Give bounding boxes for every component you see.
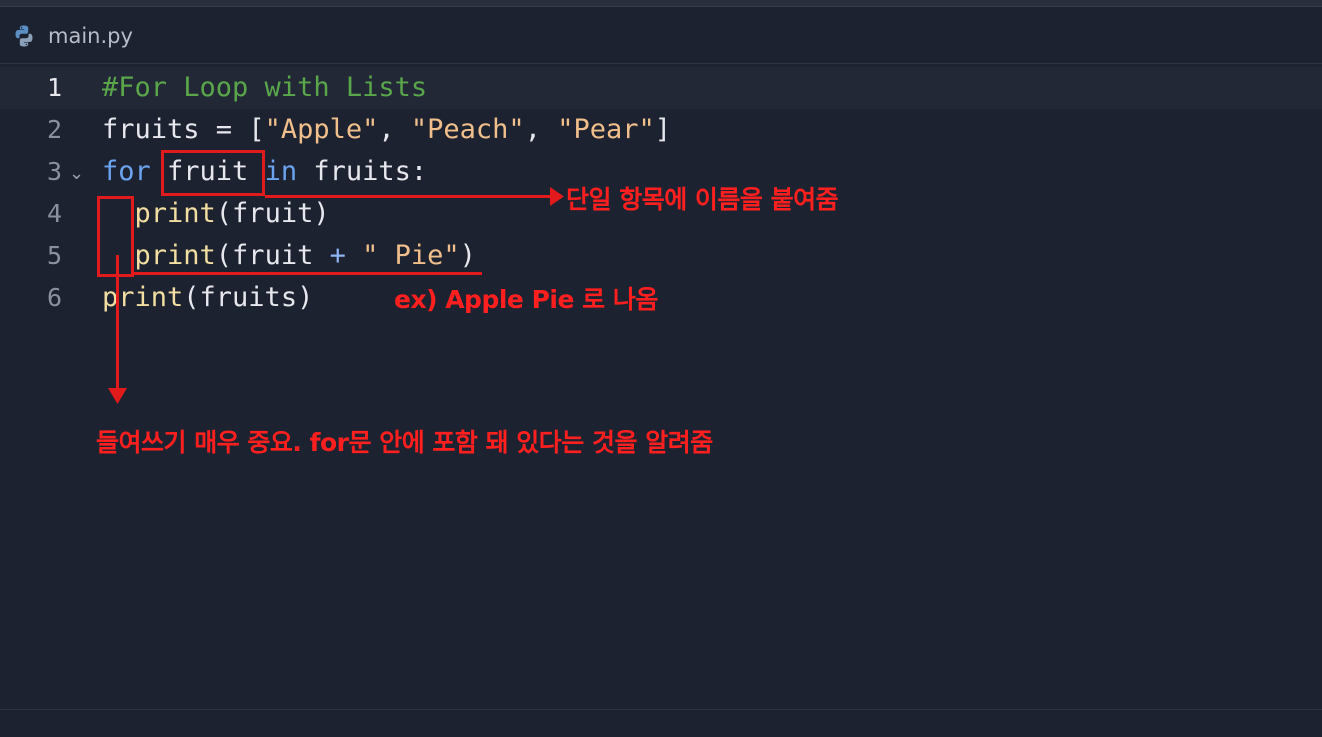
code-token: )	[459, 240, 476, 271]
indentation-arrow-head	[108, 388, 127, 404]
code-token: print	[102, 282, 184, 313]
loop-variable-arrow-head	[550, 187, 564, 206]
code-token: (fruit)	[215, 198, 330, 229]
status-area	[0, 709, 1322, 737]
output-underline	[134, 272, 482, 275]
code-line[interactable]: 2 fruits = ["Apple", "Peach", "Pear"]	[0, 109, 1322, 151]
loop-variable-highlight-box	[161, 150, 265, 196]
code-token: in	[264, 156, 298, 187]
tab-filename: main.py	[48, 24, 133, 48]
loop-variable-arrow-line	[265, 195, 555, 198]
output-example-note: ex) Apple Pie 로 나옴	[394, 285, 658, 314]
code-token: "Peach"	[410, 114, 525, 145]
code-token: for	[102, 156, 151, 187]
code-text: print(fruit + " Pie")	[102, 235, 476, 277]
code-token: print	[134, 198, 216, 229]
code-token: fruits:	[297, 156, 428, 187]
code-token: +	[329, 240, 346, 271]
line-number: 3	[46, 157, 62, 186]
code-token: (fruits)	[183, 282, 314, 313]
tab-bar: main.py	[0, 7, 1322, 64]
code-token: "Apple"	[264, 114, 379, 145]
code-text: #For Loop with Lists	[102, 67, 427, 109]
fold-chevron-icon[interactable]: ⌄	[69, 153, 84, 195]
code-token: fruits	[102, 114, 200, 145]
code-token: (fruit	[215, 240, 330, 271]
code-line[interactable]: 5 print(fruit + " Pie")	[0, 235, 1322, 277]
tab-main-py[interactable]: main.py	[10, 21, 133, 51]
code-text: fruits = ["Apple", "Peach", "Pear"]	[102, 109, 671, 151]
code-token: "Pear"	[557, 114, 655, 145]
code-line[interactable]: 1 #For Loop with Lists	[0, 67, 1322, 109]
indentation-note: 들여쓰기 매우 중요. for문 안에 포함 돼 있다는 것을 알려줌	[96, 428, 713, 457]
code-token: ]	[654, 114, 672, 145]
line-number: 2	[46, 115, 62, 144]
code-text: print(fruits)	[102, 277, 313, 319]
window-top-border	[0, 0, 1322, 7]
code-token: = [	[199, 114, 265, 145]
code-token: ,	[524, 114, 558, 145]
python-icon	[10, 22, 38, 50]
line-number: 5	[46, 241, 62, 270]
loop-variable-note: 단일 항목에 이름을 붙여줌	[566, 185, 839, 214]
line-number: 1	[46, 73, 62, 102]
code-token: ,	[378, 114, 411, 145]
code-text: print(fruit)	[102, 193, 330, 235]
code-token: print	[134, 240, 216, 271]
code-line[interactable]: 6 print(fruits)	[0, 277, 1322, 319]
line-number: 6	[46, 283, 62, 312]
code-token: " Pie"	[362, 240, 460, 271]
line-number: 4	[46, 199, 62, 228]
indentation-arrow-line	[116, 255, 119, 390]
code-token: #For Loop with Lists	[102, 72, 428, 103]
